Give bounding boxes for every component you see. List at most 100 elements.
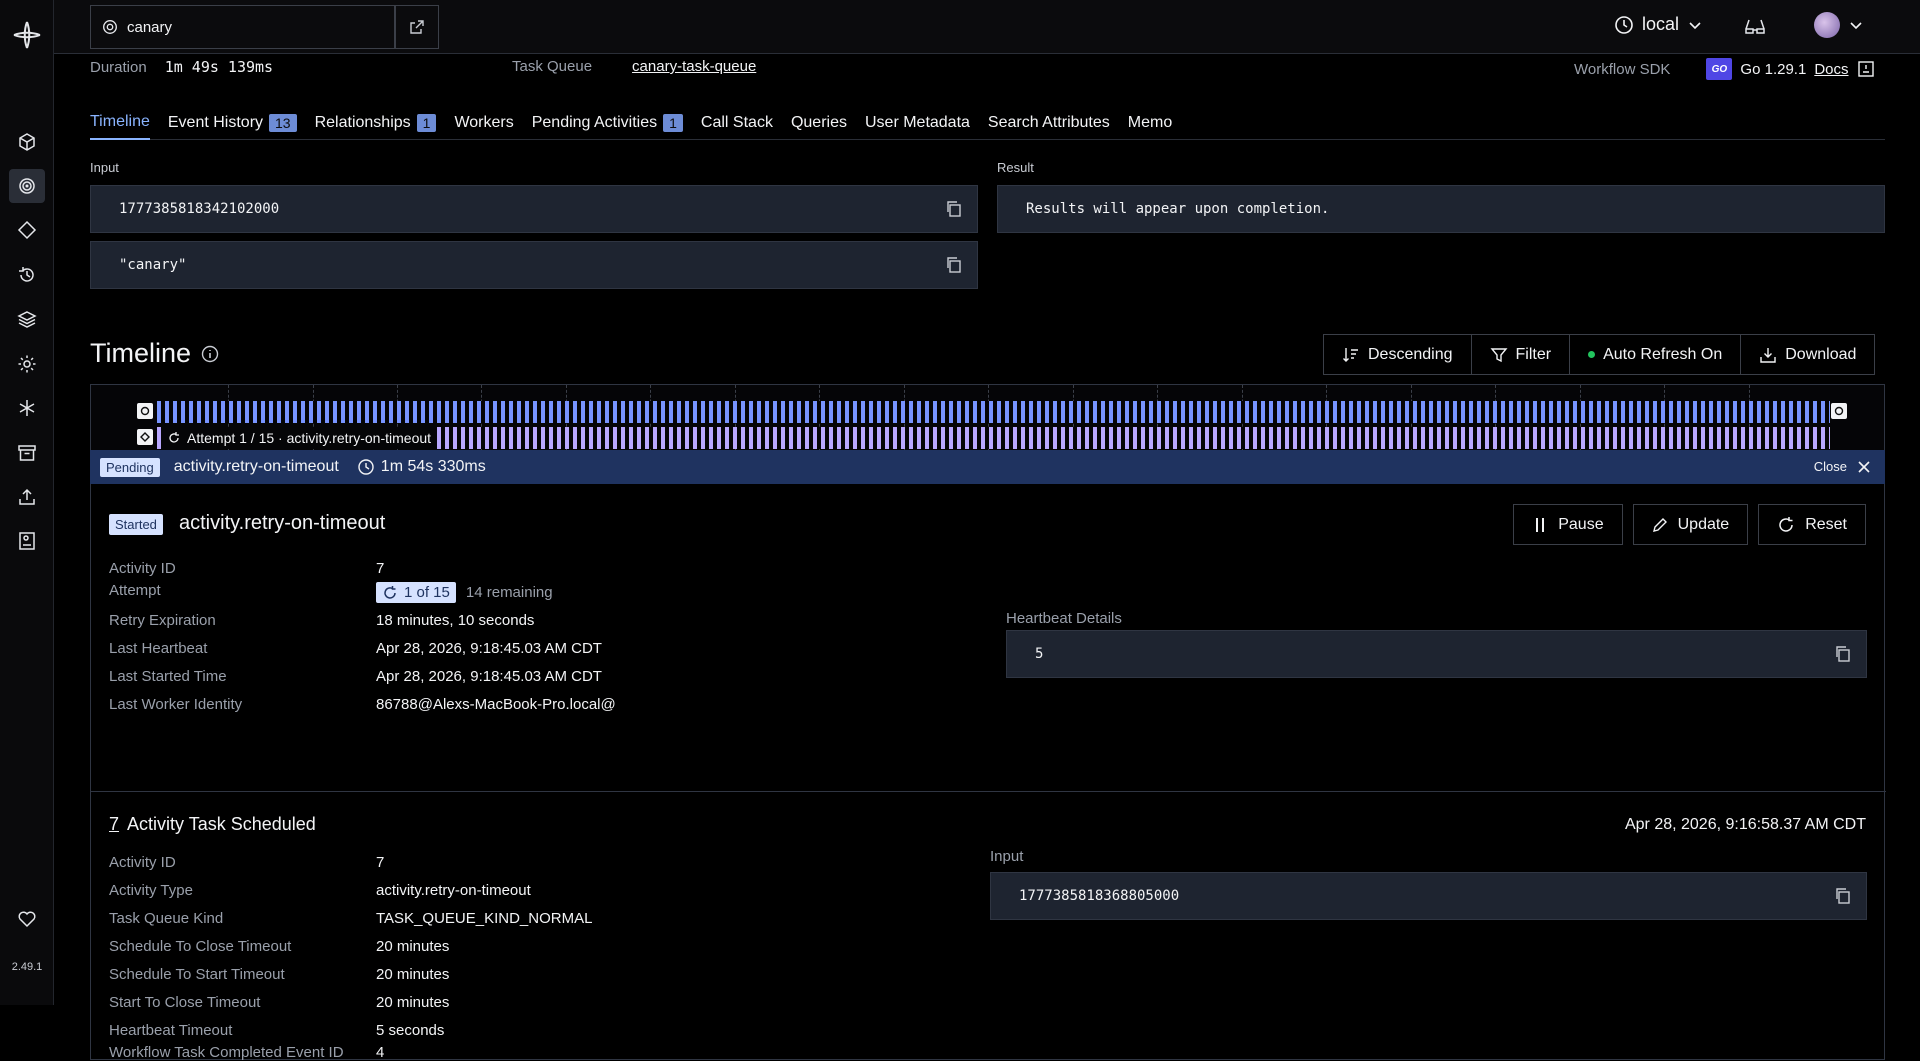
field-key: Schedule To Close Timeout: [109, 938, 292, 955]
event-field: Schedule To Start Timeout 20 minutes: [109, 966, 449, 983]
field-key: Last Worker Identity: [109, 696, 243, 713]
tab-timeline[interactable]: Timeline: [90, 110, 150, 140]
activity-marker-icon[interactable]: [137, 429, 153, 445]
field-value: activity.retry-on-timeout: [376, 882, 531, 899]
tab-relationships[interactable]: Relationships 1: [315, 110, 437, 140]
input-code-block: 1777385818342102000: [90, 185, 978, 233]
data-encoder-button[interactable]: [1744, 16, 1766, 43]
field-value: 7: [376, 854, 385, 871]
workflow-tabs: Timeline Event History 13 Relationships 1 …: [90, 110, 1885, 140]
field-key: Activity Type: [109, 882, 193, 899]
result-code-block: Results will appear upon completion.: [997, 185, 1885, 233]
settings-gear-icon[interactable]: [9, 347, 45, 381]
auto-refresh-toggle[interactable]: Auto Refresh On: [1570, 335, 1742, 374]
archive-nav-icon[interactable]: [9, 436, 45, 470]
tab-pending-activities[interactable]: Pending Activities 1: [532, 110, 683, 140]
close-button[interactable]: Close: [1814, 459, 1871, 474]
sort-icon: [1343, 347, 1358, 362]
heartbeat-value: 5: [1035, 646, 1044, 662]
tab-count-badge: 13: [269, 114, 297, 132]
copy-icon[interactable]: [1834, 645, 1852, 663]
update-button[interactable]: Update: [1632, 504, 1749, 545]
field-key: Task Queue Kind: [109, 910, 224, 927]
tab-label: Pending Activities: [531, 114, 658, 131]
sdk-item: Workflow SDK GO Go 1.29.1 Docs: [1574, 58, 1875, 80]
event-field: Activity Type activity.retry-on-timeout: [109, 882, 531, 899]
timeline-graph[interactable]: Attempt 1 / 15 · activity.retry-on-timeo…: [90, 384, 1885, 450]
docs-nav-icon[interactable]: [9, 524, 45, 558]
namespace-selector[interactable]: canary: [90, 5, 395, 49]
field-activity-id: Activity ID 7: [109, 560, 384, 577]
field-key: Last Heartbeat: [109, 640, 208, 657]
reset-label: Reset: [1805, 515, 1847, 533]
open-namespace-button[interactable]: [395, 5, 439, 49]
nexus-nav-icon[interactable]: [9, 213, 45, 247]
temporal-logo-icon[interactable]: [12, 20, 42, 50]
external-link-icon: [410, 20, 424, 34]
tab-search-attributes[interactable]: Search Attributes: [988, 110, 1110, 140]
environment-selector[interactable]: local: [1614, 14, 1703, 35]
tab-event-history[interactable]: Event History 13: [168, 110, 297, 140]
tab-label: User Metadata: [864, 114, 970, 131]
copy-icon[interactable]: [1834, 887, 1852, 905]
tab-memo[interactable]: Memo: [1128, 110, 1172, 140]
attempt-badge: 1 of 15: [376, 582, 456, 603]
field-retry-expiration: Retry Expiration 18 minutes, 10 seconds: [109, 612, 534, 629]
result-label: Result: [997, 160, 1034, 175]
close-label: Close: [1813, 459, 1847, 474]
workflow-timeline-bar[interactable]: [157, 401, 1830, 423]
task-queue-link[interactable]: canary-task-queue: [632, 58, 756, 75]
event-input-value: 1777385818368805000: [1019, 888, 1180, 904]
tab-label: Event History: [167, 114, 264, 131]
import-nav-icon[interactable]: [9, 480, 45, 514]
pending-elapsed: 1m 54s 330ms: [380, 458, 486, 475]
field-key: Activity ID: [109, 560, 176, 577]
sdk-version: Go 1.29.1: [1740, 60, 1807, 78]
copy-icon[interactable]: [945, 256, 963, 274]
close-icon: [1858, 460, 1870, 473]
docs-icon[interactable]: [1857, 60, 1875, 78]
field-attempt: Attempt 1 of 15 14 remaining: [109, 582, 553, 603]
field-value: Apr 28, 2026, 9:18:45.03 AM CDT: [376, 668, 602, 685]
download-icon: [1760, 347, 1776, 363]
timeline-title: Timeline: [90, 338, 219, 369]
docs-link[interactable]: Docs: [1814, 61, 1848, 78]
event-title: 7 Activity Task Scheduled: [109, 814, 316, 835]
user-menu[interactable]: [1814, 12, 1864, 38]
field-key: Attempt: [109, 582, 161, 599]
event-id-link[interactable]: 7: [109, 814, 119, 835]
reset-icon: [1779, 516, 1793, 532]
heartbeat-code-block: 5: [1006, 630, 1867, 678]
asterisk-nav-icon[interactable]: [9, 391, 45, 425]
tab-queries[interactable]: Queries: [791, 110, 847, 140]
feedback-heart-icon[interactable]: [9, 902, 45, 936]
download-button[interactable]: Download: [1741, 335, 1874, 374]
attempt-text: Attempt 1 / 15 · activity.retry-on-timeo…: [187, 430, 432, 446]
input-value: "canary": [119, 257, 187, 273]
filter-button[interactable]: Filter: [1472, 335, 1571, 374]
environment-label: local: [1642, 14, 1680, 34]
info-icon[interactable]: [201, 345, 219, 363]
pause-button[interactable]: Pause: [1513, 504, 1623, 545]
tab-label: Queries: [790, 114, 847, 131]
workflows-nav-icon[interactable]: [9, 125, 45, 159]
attempt-count: 1 of 15: [404, 584, 450, 601]
tab-user-metadata[interactable]: User Metadata: [865, 110, 970, 140]
namespace-nav-icon[interactable]: [9, 169, 45, 203]
event-field: Workflow Task Completed Event ID 4: [109, 1044, 384, 1061]
reset-button[interactable]: Reset: [1758, 504, 1866, 545]
field-value: 20 minutes: [376, 966, 450, 983]
auto-refresh-label: Auto Refresh On: [1603, 345, 1723, 363]
schedules-nav-icon[interactable]: [9, 258, 45, 292]
task-queue-item: Task Queue canary-task-queue: [512, 58, 756, 75]
workflow-start-marker-icon[interactable]: [137, 403, 153, 419]
copy-icon[interactable]: [945, 200, 963, 218]
field-value: TASK_QUEUE_KIND_NORMAL: [376, 910, 593, 927]
workflow-end-marker-icon[interactable]: [1831, 403, 1847, 419]
tab-workers[interactable]: Workers: [454, 110, 513, 140]
event-field: Start To Close Timeout 20 minutes: [109, 994, 449, 1011]
sort-descending-button[interactable]: Descending: [1324, 335, 1472, 374]
tab-call-stack[interactable]: Call Stack: [701, 110, 773, 140]
field-value: Apr 28, 2026, 9:18:45.03 AM CDT: [376, 640, 602, 657]
batch-nav-icon[interactable]: [9, 302, 45, 336]
